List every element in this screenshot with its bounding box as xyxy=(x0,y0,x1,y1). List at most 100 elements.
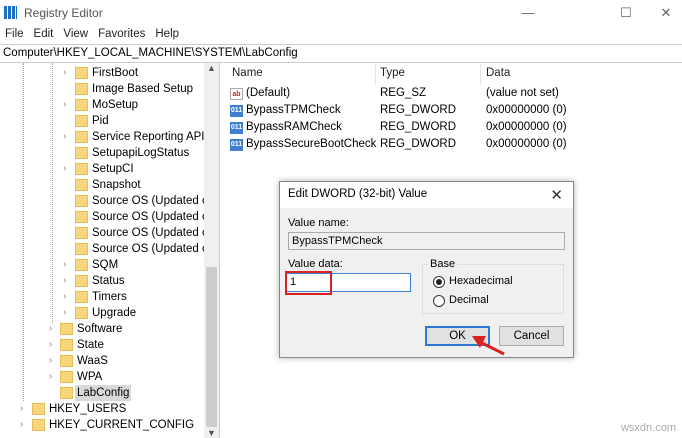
edit-dword-dialog: Edit DWORD (32-bit) Value ✕ Value name: … xyxy=(279,181,574,358)
hexadecimal-label[interactable]: Hexadecimal xyxy=(449,275,513,287)
chevron-right-icon[interactable]: › xyxy=(20,401,23,417)
folder-icon xyxy=(75,227,88,239)
folder-icon xyxy=(32,419,45,431)
chevron-right-icon[interactable]: › xyxy=(20,417,23,433)
value-name: BypassRAMCheck xyxy=(246,121,342,133)
chevron-right-icon[interactable]: › xyxy=(63,305,66,321)
dialog-close-button[interactable]: ✕ xyxy=(550,186,563,204)
tree-item[interactable]: › FirstBoot xyxy=(0,65,205,81)
tree-item-label: WaaS xyxy=(77,355,108,367)
tree-item[interactable]: › SetupCI xyxy=(0,161,205,177)
value-row[interactable]: ab (Default) REG_SZ (value not set) xyxy=(226,86,682,103)
hexadecimal-radio[interactable] xyxy=(433,276,445,288)
column-header-type[interactable]: Type xyxy=(380,67,405,83)
decimal-radio[interactable] xyxy=(433,295,445,307)
close-button[interactable]: ✕ xyxy=(650,0,682,26)
column-divider[interactable] xyxy=(375,63,376,85)
column-divider[interactable] xyxy=(480,63,481,85)
tree-item[interactable]: › HKEY_USERS xyxy=(0,401,205,417)
tree-item[interactable]: › WPA xyxy=(0,369,205,385)
tree-item[interactable]: › MoSetup xyxy=(0,97,205,113)
folder-icon xyxy=(75,211,88,223)
address-bar[interactable]: Computer\HKEY_LOCAL_MACHINE\SYSTEM\LabCo… xyxy=(0,44,682,63)
tree-item[interactable]: Source OS (Updated on xyxy=(0,241,215,257)
value-row[interactable]: 011 BypassRAMCheck REG_DWORD 0x00000000 … xyxy=(226,120,682,137)
tree-item[interactable]: Source OS (Updated on xyxy=(0,209,215,225)
menu-edit[interactable]: Edit xyxy=(29,26,59,44)
chevron-right-icon[interactable]: › xyxy=(63,257,66,273)
folder-icon xyxy=(75,243,88,255)
chevron-right-icon[interactable]: › xyxy=(63,289,66,305)
scrollbar-thumb[interactable] xyxy=(206,267,217,427)
menu-help[interactable]: Help xyxy=(150,26,184,44)
tree-item[interactable]: › Service Reporting API xyxy=(0,129,205,145)
folder-icon xyxy=(60,355,73,367)
value-type: REG_SZ xyxy=(380,87,427,99)
value-data: 0x00000000 (0) xyxy=(486,138,567,150)
dialog-title: Edit DWORD (32-bit) Value xyxy=(288,188,428,200)
tree-item-label: Software xyxy=(77,323,123,335)
tree-item[interactable]: › SQM xyxy=(0,257,205,273)
folder-icon xyxy=(75,275,88,287)
binary-value-icon: 011 xyxy=(230,122,243,134)
decimal-label[interactable]: Decimal xyxy=(449,294,489,306)
chevron-right-icon[interactable]: › xyxy=(49,353,52,369)
tree-item[interactable]: › Upgrade xyxy=(0,305,205,321)
tree-item[interactable]: › State xyxy=(0,337,205,353)
tree-item[interactable]: Source OS (Updated on xyxy=(0,193,215,209)
folder-icon xyxy=(60,323,73,335)
value-row[interactable]: 011 BypassSecureBootCheck REG_DWORD 0x00… xyxy=(226,137,682,154)
chevron-right-icon[interactable]: › xyxy=(63,273,66,289)
tree-item-label: Source OS (Updated on xyxy=(92,211,215,223)
value-name: (Default) xyxy=(246,87,291,99)
tree-item[interactable]: Pid xyxy=(0,113,205,129)
value-name-label: Value name: xyxy=(288,217,349,229)
tree-item[interactable]: Image Based Setup xyxy=(0,81,205,97)
tree-item[interactable]: LabConfig xyxy=(0,385,205,401)
minimize-button[interactable]: — xyxy=(506,0,550,26)
string-value-icon: ab xyxy=(230,88,243,100)
tree-item[interactable]: Snapshot xyxy=(0,177,205,193)
chevron-right-icon[interactable]: › xyxy=(49,337,52,353)
chevron-right-icon[interactable]: › xyxy=(49,321,52,337)
tree-item[interactable]: › WaaS xyxy=(0,353,205,369)
tree-item[interactable]: SetupapiLogStatus xyxy=(0,145,205,161)
tree-item[interactable]: Source OS (Updated on xyxy=(0,225,215,241)
binary-value-icon: 011 xyxy=(230,105,243,117)
folder-icon xyxy=(75,131,88,143)
tree-item[interactable]: › Timers xyxy=(0,289,205,305)
column-header-name[interactable]: Name xyxy=(232,67,263,83)
tree-item-label: Source OS (Updated on xyxy=(92,195,215,207)
menu-file[interactable]: File xyxy=(0,26,29,44)
folder-icon xyxy=(75,179,88,191)
scroll-up-icon[interactable]: ▲ xyxy=(207,63,216,73)
value-name: BypassSecureBootCheck xyxy=(246,138,377,150)
tree-item-label: SetupCI xyxy=(92,163,134,175)
dialog-title-bar: Edit DWORD (32-bit) Value ✕ xyxy=(280,182,573,208)
folder-icon xyxy=(75,307,88,319)
menu-view[interactable]: View xyxy=(58,26,93,44)
tree-item-label: Source OS (Updated on xyxy=(92,227,215,239)
tree-item[interactable]: › Software xyxy=(0,321,205,337)
value-row[interactable]: 011 BypassTPMCheck REG_DWORD 0x00000000 … xyxy=(226,103,682,120)
folder-icon xyxy=(75,67,88,79)
tree-item[interactable]: › Status xyxy=(0,273,205,289)
scroll-down-icon[interactable]: ▼ xyxy=(207,428,216,438)
chevron-right-icon[interactable]: › xyxy=(63,129,66,145)
value-data: 0x00000000 (0) xyxy=(486,104,567,116)
title-bar: Registry Editor — ☐ ✕ xyxy=(0,0,682,26)
chevron-right-icon[interactable]: › xyxy=(49,369,52,385)
menu-favorites[interactable]: Favorites xyxy=(93,26,150,44)
chevron-right-icon[interactable]: › xyxy=(63,161,66,177)
maximize-button[interactable]: ☐ xyxy=(604,0,648,26)
column-header-data[interactable]: Data xyxy=(486,67,510,83)
tree-item[interactable]: › HKEY_CURRENT_CONFIG xyxy=(0,417,205,433)
folder-icon xyxy=(75,259,88,271)
chevron-right-icon[interactable]: › xyxy=(63,97,66,113)
tree-item-label: SetupapiLogStatus xyxy=(92,147,190,159)
tree-item-label: Service Reporting API xyxy=(92,131,205,143)
chevron-right-icon[interactable]: › xyxy=(63,65,66,81)
value-name: BypassTPMCheck xyxy=(246,104,341,116)
tree-item-label: Status xyxy=(92,275,125,287)
folder-icon xyxy=(75,83,88,95)
